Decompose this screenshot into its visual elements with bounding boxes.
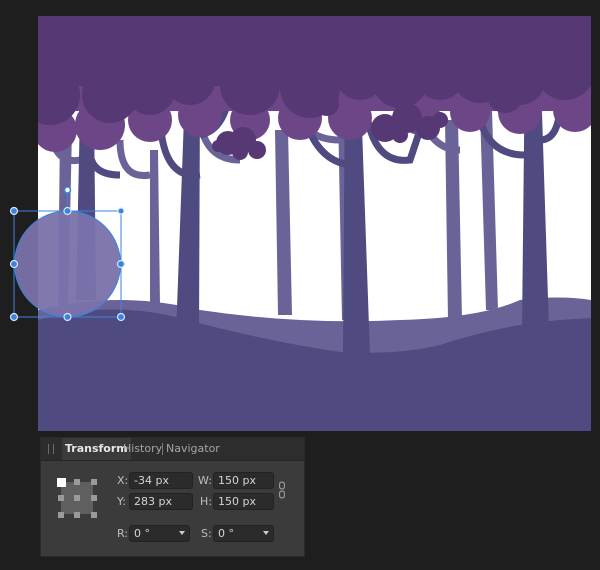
resize-handle-bottom-right[interactable] bbox=[116, 312, 126, 322]
resize-handle-top-right[interactable] bbox=[117, 207, 125, 215]
anchor-top[interactable] bbox=[74, 479, 80, 485]
anchor-top-right[interactable] bbox=[91, 479, 97, 485]
width-label: W: bbox=[198, 474, 212, 487]
resize-handle-bottom-left[interactable] bbox=[9, 312, 19, 322]
resize-handle-left[interactable] bbox=[9, 259, 19, 269]
artboard bbox=[38, 16, 591, 431]
anchor-top-left[interactable] bbox=[57, 478, 66, 487]
drag-grip-icon[interactable] bbox=[48, 444, 54, 454]
height-input[interactable]: 150 px bbox=[213, 493, 274, 510]
anchor-left[interactable] bbox=[58, 495, 64, 501]
chain-link-icon[interactable] bbox=[279, 481, 285, 499]
chevron-down-icon bbox=[263, 531, 269, 535]
rotation-handle[interactable] bbox=[63, 186, 72, 194]
x-position-input[interactable]: -34 px bbox=[129, 472, 193, 489]
height-label: H: bbox=[200, 495, 212, 508]
panel-tab-bar: Transform History Navigator bbox=[41, 438, 304, 461]
shear-dropdown[interactable]: 0 ° bbox=[213, 525, 274, 542]
tab-transform[interactable]: Transform bbox=[62, 438, 131, 460]
tab-separator bbox=[162, 443, 163, 455]
anchor-bottom[interactable] bbox=[74, 512, 80, 518]
rotation-value: 0 ° bbox=[134, 527, 150, 540]
document-canvas[interactable] bbox=[0, 0, 600, 435]
anchor-bottom-right[interactable] bbox=[91, 512, 97, 518]
resize-handle-top[interactable] bbox=[63, 206, 72, 216]
y-label: Y: bbox=[117, 495, 126, 508]
tab-navigator[interactable]: Navigator bbox=[166, 438, 220, 460]
anchor-bottom-left[interactable] bbox=[58, 512, 64, 518]
anchor-center[interactable] bbox=[74, 495, 80, 501]
anchor-point-selector[interactable] bbox=[57, 478, 97, 518]
y-position-input[interactable]: 283 px bbox=[129, 493, 193, 510]
tab-history[interactable]: History bbox=[123, 438, 162, 460]
shear-label: S: bbox=[201, 527, 212, 540]
chevron-down-icon bbox=[179, 531, 185, 535]
rotation-dropdown[interactable]: 0 ° bbox=[129, 525, 190, 542]
transform-panel: Transform History Navigator X: -34 px Y:… bbox=[40, 437, 305, 557]
x-label: X: bbox=[117, 474, 129, 487]
selected-ellipse-shape[interactable] bbox=[14, 210, 121, 318]
resize-handle-right[interactable] bbox=[116, 259, 126, 269]
anchor-right[interactable] bbox=[91, 495, 97, 501]
width-input[interactable]: 150 px bbox=[213, 472, 274, 489]
canopy-front bbox=[38, 16, 591, 125]
rotation-label: R: bbox=[117, 527, 129, 540]
resize-handle-bottom[interactable] bbox=[63, 312, 72, 322]
resize-handle-top-left[interactable] bbox=[9, 206, 19, 216]
shear-value: 0 ° bbox=[218, 527, 234, 540]
